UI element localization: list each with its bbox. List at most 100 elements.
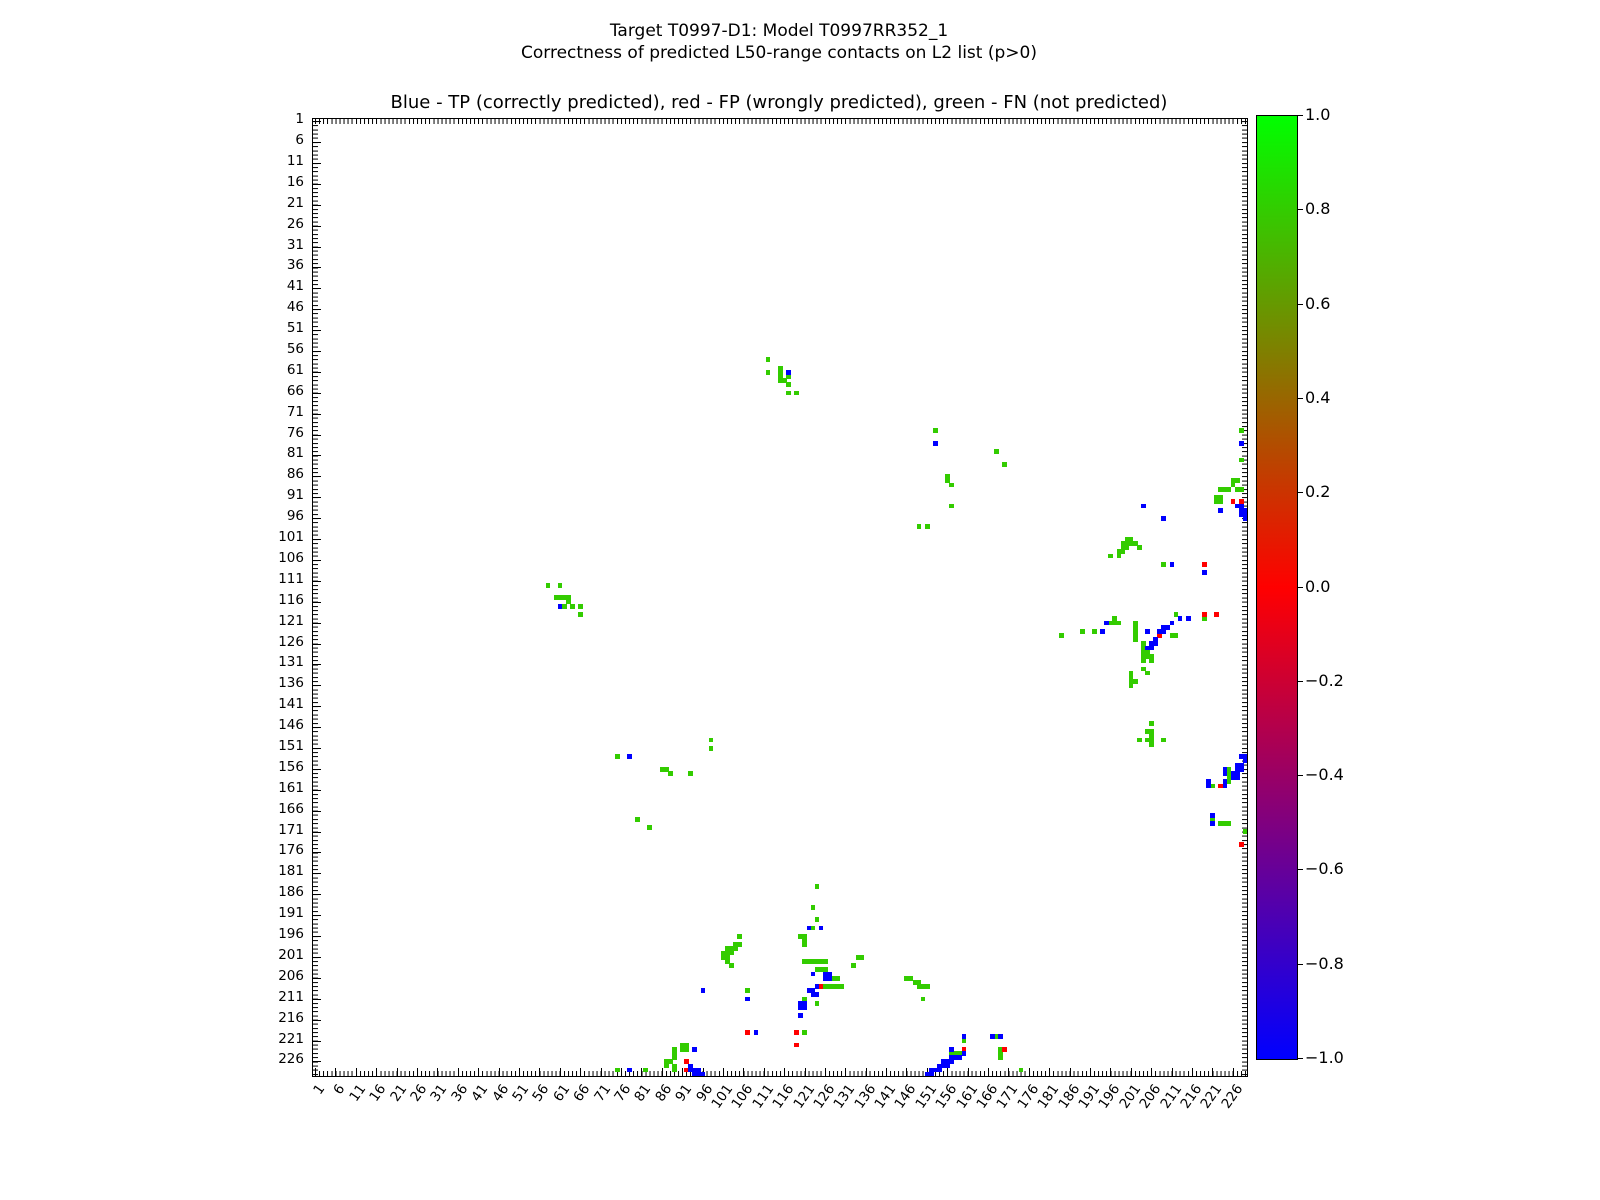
- x-major-tick: [662, 1068, 663, 1076]
- y-major-tick: [313, 790, 321, 791]
- y-tick-label: 66: [254, 384, 304, 399]
- y-major-tick: [313, 560, 321, 561]
- contact-point: [1210, 813, 1215, 818]
- contact-point: [1247, 441, 1248, 446]
- contact-point: [1137, 545, 1142, 550]
- x-major-tick: [988, 1068, 989, 1076]
- colorbar-tick: [1297, 398, 1303, 399]
- y-tick-label: 56: [254, 342, 304, 357]
- contact-point: [615, 1076, 620, 1077]
- minor-tick-comb: [313, 119, 1247, 124]
- contact-point: [578, 604, 583, 609]
- y-major-tick: [313, 142, 321, 143]
- y-major-tick: [313, 351, 321, 352]
- contact-point: [1149, 742, 1154, 747]
- contact-point: [794, 1043, 799, 1048]
- contact-point: [1247, 520, 1248, 525]
- contact-point: [558, 604, 563, 609]
- contact-point: [949, 1059, 954, 1064]
- y-tick-label: 146: [254, 718, 304, 733]
- y-tick-label: 91: [254, 488, 304, 503]
- x-major-tick: [784, 1068, 785, 1076]
- contact-point: [794, 391, 799, 396]
- contact-point: [823, 959, 828, 964]
- minor-tick-comb: [313, 1071, 1247, 1076]
- contact-point: [1141, 504, 1146, 509]
- x-major-tick: [1110, 1068, 1111, 1076]
- minor-tick-comb: [313, 119, 318, 1076]
- x-major-tick: [417, 1068, 418, 1076]
- contact-point: [578, 612, 583, 617]
- y-major-tick: [313, 309, 321, 310]
- x-major-tick: [560, 1068, 561, 1076]
- colorbar-tick: [1297, 492, 1303, 493]
- contact-point: [1227, 821, 1232, 826]
- contact-point: [1214, 612, 1219, 617]
- contact-point: [860, 955, 865, 960]
- contact-point: [998, 1034, 1003, 1039]
- contact-point: [1145, 646, 1150, 651]
- colorbar-tick-label: 1.0: [1305, 106, 1365, 124]
- y-tick-label: 6: [254, 133, 304, 148]
- y-major-tick: [313, 832, 321, 833]
- x-major-tick: [1090, 1068, 1091, 1076]
- contact-point: [705, 1076, 710, 1077]
- colorbar: [1256, 115, 1298, 1060]
- contact-point: [1247, 746, 1248, 751]
- contact-point: [737, 934, 742, 939]
- contact-point: [917, 524, 922, 529]
- colorbar-tick: [1297, 209, 1303, 210]
- contact-point: [1247, 516, 1248, 521]
- contact-point: [1149, 721, 1154, 726]
- contact-point: [737, 942, 742, 947]
- contact-point: [766, 357, 771, 362]
- contact-point: [570, 604, 575, 609]
- contact-point: [1239, 428, 1244, 433]
- colorbar-tick-label: −0.8: [1305, 955, 1365, 973]
- contact-point: [921, 1076, 926, 1077]
- y-tick-label: 26: [254, 217, 304, 232]
- x-major-tick: [1151, 1068, 1152, 1076]
- contact-point: [835, 976, 840, 981]
- contact-point: [1104, 621, 1109, 626]
- y-tick-label: 101: [254, 530, 304, 545]
- contact-point: [851, 963, 856, 968]
- colorbar-tick-label: −0.6: [1305, 860, 1365, 878]
- contact-point: [1239, 487, 1244, 492]
- y-tick-label: 41: [254, 279, 304, 294]
- y-major-tick: [313, 184, 321, 185]
- contact-point: [949, 1047, 954, 1052]
- y-major-tick: [313, 1020, 321, 1021]
- contact-point: [615, 754, 620, 759]
- y-major-tick: [313, 999, 321, 1000]
- axes-title: Blue - TP (correctly predicted), red - F…: [262, 92, 1296, 113]
- colorbar-tick-label: 0.8: [1305, 200, 1365, 218]
- contact-point: [672, 1055, 677, 1060]
- y-major-tick: [313, 497, 321, 498]
- y-major-tick: [313, 978, 321, 979]
- y-major-tick: [313, 455, 321, 456]
- contact-point: [1206, 784, 1211, 789]
- x-major-tick: [519, 1068, 520, 1076]
- x-major-tick: [682, 1068, 683, 1076]
- contact-point: [1218, 508, 1223, 513]
- colorbar-tick-label: −0.2: [1305, 672, 1365, 690]
- colorbar-tick-label: −0.4: [1305, 766, 1365, 784]
- contact-point: [1202, 570, 1207, 575]
- x-major-tick: [845, 1068, 846, 1076]
- contact-point: [1149, 646, 1154, 651]
- contact-point: [802, 942, 807, 947]
- x-major-tick: [499, 1068, 500, 1076]
- contact-point: [709, 738, 714, 743]
- contact-point: [1080, 629, 1085, 634]
- contact-point: [1239, 842, 1244, 847]
- contact-point: [1210, 784, 1215, 789]
- contact-point: [925, 984, 930, 989]
- contact-point: [1133, 637, 1138, 642]
- x-major-tick: [1192, 1068, 1193, 1076]
- x-major-tick: [478, 1068, 479, 1076]
- contact-point: [802, 1030, 807, 1035]
- y-tick-label: 61: [254, 363, 304, 378]
- x-major-tick: [1131, 1068, 1132, 1076]
- contact-point: [1059, 633, 1064, 638]
